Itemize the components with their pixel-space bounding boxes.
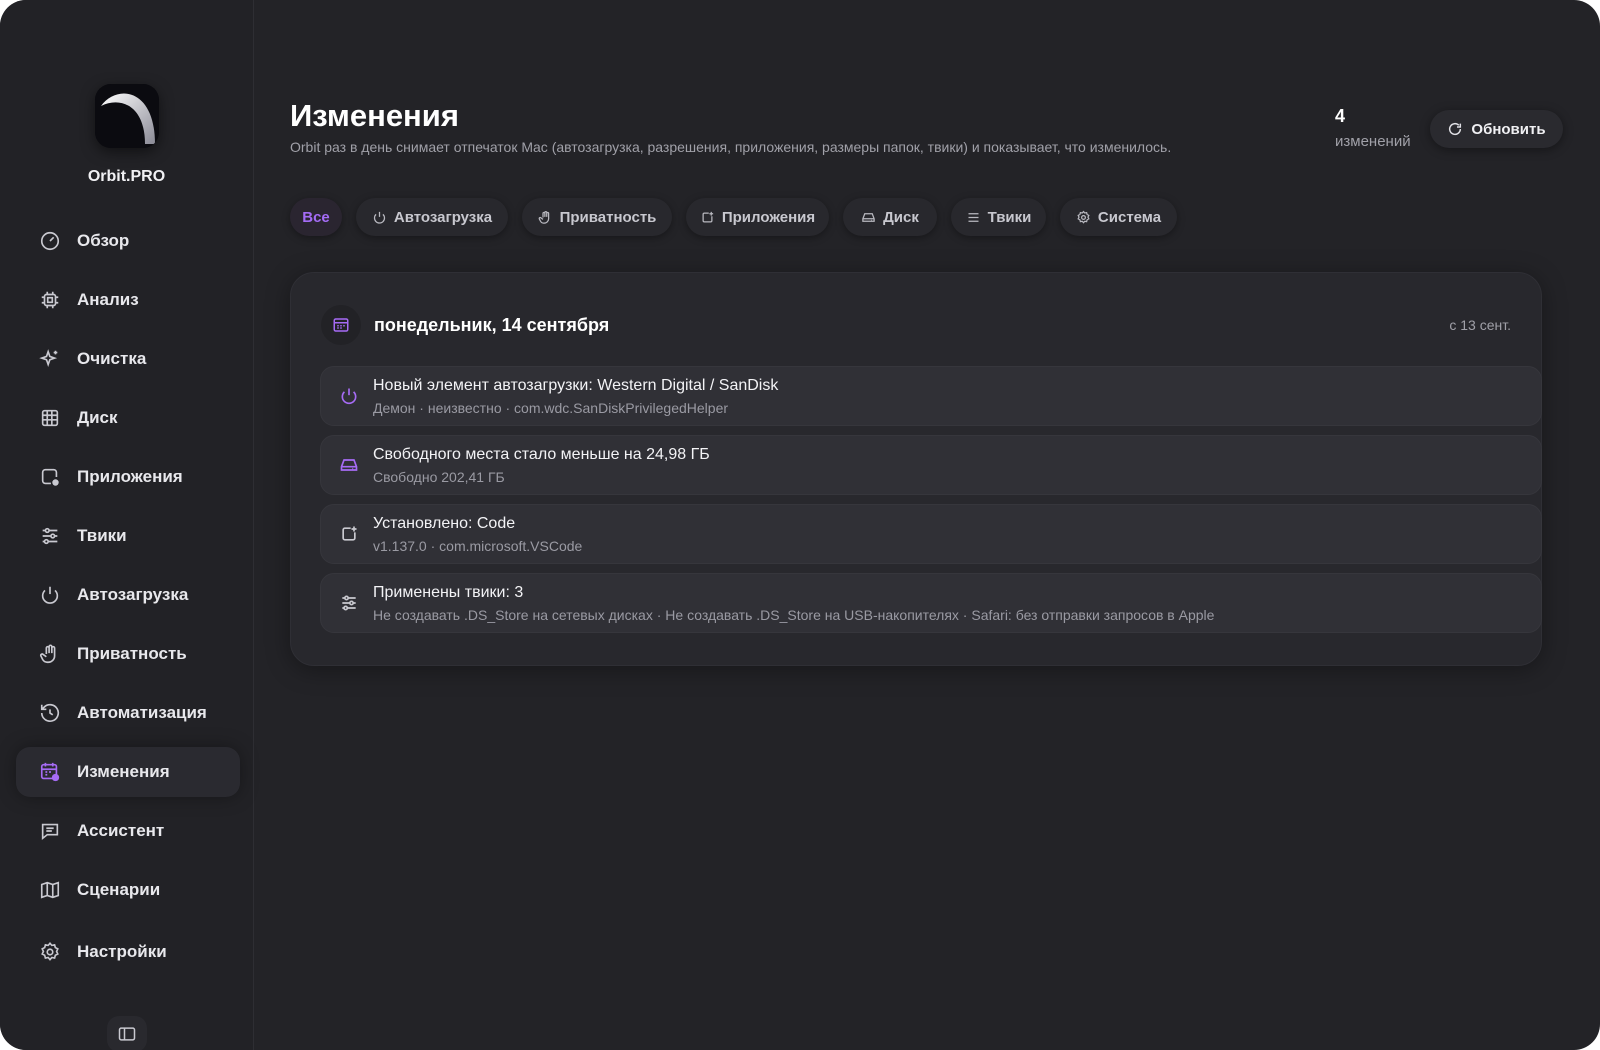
refresh-label: Обновить bbox=[1471, 120, 1546, 138]
sliders-icon bbox=[39, 525, 61, 547]
sidebar-item-label: Обзор bbox=[77, 231, 130, 250]
filter-label: Система bbox=[1097, 208, 1162, 226]
filter-all[interactable]: Все bbox=[290, 198, 342, 236]
change-entry[interactable]: Свободного места стало меньше на 24,98 Г… bbox=[320, 435, 1542, 495]
change-entry[interactable]: Установлено: Code v1.137.0 · com.microso… bbox=[320, 504, 1542, 564]
sidebar-item-overview[interactable]: Обзор bbox=[16, 216, 240, 266]
sidebar-item-label: Анализ bbox=[77, 290, 139, 309]
drive-icon bbox=[862, 212, 875, 222]
change-entry[interactable]: Применены твики: 3 Не создавать .DS_Stor… bbox=[320, 573, 1542, 633]
cpu-icon bbox=[39, 289, 61, 311]
sparkles-icon bbox=[39, 348, 61, 370]
changes-count: 4 bbox=[1335, 106, 1346, 126]
filter-label: Приватность bbox=[559, 208, 657, 226]
sidebar-item-label: Сценарии bbox=[77, 880, 161, 899]
filter-label: Диск bbox=[883, 208, 919, 226]
hand-icon bbox=[39, 643, 61, 665]
sidebar-item-apps[interactable]: Приложения bbox=[16, 452, 240, 502]
change-subtitle: Не создавать .DS_Store на сетевых дисках… bbox=[373, 607, 1215, 623]
refresh-icon bbox=[1449, 122, 1462, 136]
sidebar-item-disk[interactable]: Диск bbox=[16, 393, 240, 443]
sidebar-item-scenarios[interactable]: Сценарии bbox=[16, 865, 240, 915]
page-subtitle: Orbit раз в день снимает отпечаток Mac (… bbox=[290, 139, 1172, 155]
history-icon bbox=[39, 702, 61, 724]
sidebar-item-label: Приватность bbox=[77, 644, 187, 663]
day-title: понедельник, 14 сентября bbox=[374, 315, 610, 335]
sidebar-item-analysis[interactable]: Анализ bbox=[16, 275, 240, 325]
filter-label: Автозагрузка bbox=[393, 208, 493, 226]
app-icon bbox=[339, 524, 359, 544]
change-entry[interactable]: Новый элемент автозагрузки: Western Digi… bbox=[320, 366, 1542, 426]
power-icon bbox=[373, 211, 385, 224]
change-subtitle: Свободно 202,41 ГБ bbox=[373, 469, 505, 485]
gear-icon bbox=[1077, 210, 1090, 224]
filter-autostart[interactable]: Автозагрузка bbox=[356, 198, 508, 236]
grid-icon bbox=[39, 407, 61, 429]
sliders-icon bbox=[339, 593, 359, 613]
filter-disk[interactable]: Диск bbox=[843, 198, 937, 236]
changes-count-label: изменений bbox=[1335, 133, 1411, 150]
change-title: Применены твики: 3 bbox=[373, 584, 524, 601]
sidebar-item-label: Автозагрузка bbox=[77, 585, 189, 604]
sidebar-item-autostart[interactable]: Автозагрузка bbox=[16, 570, 240, 620]
sidebar-toggle-button[interactable] bbox=[107, 1016, 147, 1050]
app-check-icon bbox=[39, 466, 61, 488]
sidebar-item-label: Настройки bbox=[77, 942, 167, 961]
filter-label: Приложения bbox=[721, 208, 816, 226]
app-icon bbox=[702, 211, 713, 222]
sidebar-item-label: Автоматизация bbox=[77, 703, 207, 722]
calendar-icon bbox=[321, 305, 361, 345]
day-card: понедельник, 14 сентября с 13 сент. Новы… bbox=[290, 272, 1542, 666]
chat-icon bbox=[39, 820, 61, 842]
sidebar-item-privacy[interactable]: Приватность bbox=[16, 629, 240, 679]
sidebar-toggle-icon bbox=[118, 1027, 136, 1041]
change-title: Установлено: Code bbox=[373, 515, 516, 532]
refresh-button[interactable]: Обновить bbox=[1430, 110, 1563, 148]
filter-system[interactable]: Система bbox=[1060, 198, 1177, 236]
app-window: Orbit.PRO Обзор Анализ Очистка Диск Прил… bbox=[0, 0, 1600, 1050]
sidebar-item-cleanup[interactable]: Очистка bbox=[16, 334, 240, 384]
sidebar-item-settings[interactable]: Настройки bbox=[16, 927, 240, 977]
sidebar-item-label: Приложения bbox=[77, 467, 183, 486]
gauge-icon bbox=[39, 230, 61, 252]
filter-apps[interactable]: Приложения bbox=[686, 198, 829, 236]
sliders-icon bbox=[968, 212, 979, 222]
day-since: с 13 сент. bbox=[1449, 317, 1511, 333]
main-content: Изменения Orbit раз в день снимает отпеч… bbox=[254, 0, 1600, 1050]
change-subtitle: v1.137.0 · com.microsoft.VSCode bbox=[373, 538, 583, 554]
sidebar-item-label: Диск bbox=[77, 408, 118, 427]
sidebar-item-label: Ассистент bbox=[77, 821, 165, 840]
filter-tweaks[interactable]: Твики bbox=[951, 198, 1046, 236]
sidebar-item-label: Изменения bbox=[77, 762, 170, 781]
calendar-changes-icon bbox=[39, 761, 61, 783]
filter-label: Твики bbox=[987, 208, 1032, 226]
filter-privacy[interactable]: Приватность bbox=[522, 198, 672, 236]
sidebar-item-label: Очистка bbox=[77, 349, 147, 368]
power-icon bbox=[39, 584, 61, 606]
sidebar-item-automation[interactable]: Автоматизация bbox=[16, 688, 240, 738]
app-name: Orbit.PRO bbox=[87, 168, 166, 185]
hand-icon bbox=[538, 210, 549, 224]
change-title: Свободного места стало меньше на 24,98 Г… bbox=[373, 446, 710, 463]
drive-icon bbox=[339, 455, 359, 475]
sidebar-item-tweaks[interactable]: Твики bbox=[16, 511, 240, 561]
app-logo-icon bbox=[95, 84, 159, 148]
gear-icon bbox=[39, 941, 61, 963]
sidebar: Orbit.PRO Обзор Анализ Очистка Диск Прил… bbox=[0, 0, 254, 1050]
sidebar-item-changes[interactable]: Изменения bbox=[16, 747, 240, 797]
sidebar-item-label: Твики bbox=[77, 526, 127, 545]
sidebar-item-assistant[interactable]: Ассистент bbox=[16, 806, 240, 856]
change-subtitle: Демон · неизвестно · com.wdc.SanDiskPriv… bbox=[373, 400, 729, 416]
map-icon bbox=[39, 879, 61, 901]
change-title: Новый элемент автозагрузки: Western Digi… bbox=[373, 377, 779, 394]
page-title: Изменения bbox=[290, 98, 459, 133]
power-icon bbox=[339, 386, 359, 406]
filter-label: Все bbox=[302, 208, 330, 226]
